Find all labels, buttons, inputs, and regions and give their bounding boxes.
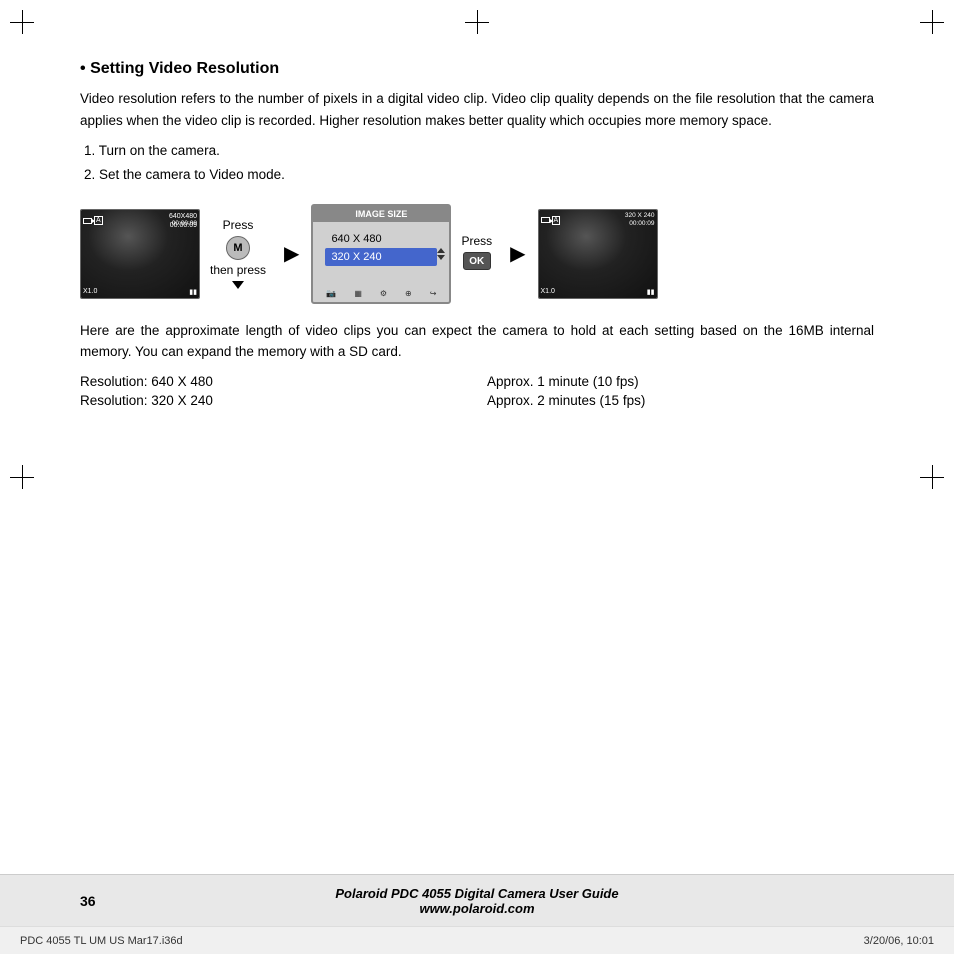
hud-bottom-2: X1.0 ▮▮	[541, 288, 655, 296]
camera-hud-1: A 640X48000:00:09 00:00:09 X1.0 ▮▮	[81, 210, 199, 298]
hud-top-2: A 320 X 240 00:00:09	[541, 212, 655, 229]
footer-page-number: 36	[80, 893, 239, 909]
cam1-battery: ▮▮	[189, 288, 197, 296]
btn-ok[interactable]: OK	[463, 252, 491, 270]
sd-icon-2: A	[552, 216, 561, 225]
menu-items: 640 X 480 320 X 240	[313, 222, 449, 274]
then-press-label: then press	[210, 263, 266, 277]
menu-item-320[interactable]: 320 X 240	[325, 248, 437, 266]
crosshair-top-left	[10, 10, 34, 34]
res1-label: Resolution: 640 X 480	[80, 373, 467, 390]
cam2-battery: ▮▮	[647, 288, 655, 296]
footer-bar: 36 Polaroid PDC 4055 Digital Camera User…	[0, 874, 954, 926]
bullet-icon: •	[80, 60, 86, 77]
description-text: Here are the approximate length of video…	[80, 320, 874, 363]
step-1: 1. Turn on the camera.	[84, 139, 874, 163]
cam2-zoom: X1.0	[541, 288, 555, 296]
camera-screen-1: A 640X48000:00:09 00:00:09 X1.0 ▮▮	[80, 209, 200, 299]
crosshair-mid-left	[10, 465, 34, 489]
meta-left: PDC 4055 TL UM US Mar17.i36d	[20, 935, 864, 947]
res2-value: Approx. 2 minutes (15 fps)	[487, 392, 874, 409]
menu-icon-camera: 📷	[326, 289, 336, 298]
press-label-2: Press	[461, 234, 492, 248]
press-label-1: Press	[223, 218, 254, 232]
crosshair-mid-right	[920, 465, 944, 489]
title-text: Setting Video Resolution	[90, 60, 279, 77]
crosshair-center-top	[465, 10, 489, 34]
press-ok-area: Press OK	[455, 234, 498, 273]
arrow-down-menu-icon	[437, 255, 445, 260]
video-icon-1	[83, 218, 92, 224]
menu-arrows	[437, 248, 445, 260]
meta-bar: PDC 4055 TL UM US Mar17.i36d 3/20/06, 10…	[0, 926, 954, 954]
menu-icon-settings: ⚙	[380, 289, 387, 298]
menu-header: IMAGE SIZE	[313, 206, 449, 222]
main-content: • Setting Video Resolution Video resolut…	[80, 60, 874, 874]
btn-m[interactable]: M	[226, 236, 250, 260]
camera-hud-2: A 320 X 240 00:00:09 X1.0 ▮▮	[539, 210, 657, 298]
press-m-area: Press M then press	[204, 218, 272, 289]
footer-doc-url: www.polaroid.com	[239, 901, 715, 916]
body-paragraph: Video resolution refers to the number of…	[80, 88, 874, 131]
hud-icons-2: A	[541, 216, 561, 225]
res2-label: Resolution: 320 X 240	[80, 392, 467, 409]
hud-bottom-1: X1.0 ▮▮	[83, 288, 197, 296]
menu-item-640[interactable]: 640 X 480	[325, 230, 437, 248]
resolution-table: Resolution: 640 X 480 Approx. 1 minute (…	[80, 373, 874, 409]
res1-value: Approx. 1 minute (10 fps)	[487, 373, 874, 390]
cam1-zoom: X1.0	[83, 288, 97, 296]
menu-icon-exit: ↪	[430, 289, 437, 298]
sd-icon-1: A	[94, 216, 103, 225]
video-icon-2	[541, 217, 550, 223]
menu-icon-nav: ⊕	[405, 289, 412, 298]
cam1-time: 00:00:09	[172, 220, 197, 227]
menu-screen: IMAGE SIZE 640 X 480 320 X 240 📷 ▦ ⚙ ⊕ ↪	[311, 204, 451, 304]
step-2: 2. Set the camera to Video mode.	[84, 163, 874, 187]
steps-list: 1. Turn on the camera. 2. Set the camera…	[80, 139, 874, 188]
section-title: • Setting Video Resolution	[80, 60, 874, 78]
footer-center: Polaroid PDC 4055 Digital Camera User Gu…	[239, 886, 715, 916]
cam2-time-text: 00:00:09	[625, 220, 655, 228]
arrow-down-icon	[232, 281, 244, 289]
menu-bottom-icons: 📷 ▦ ⚙ ⊕ ↪	[317, 289, 445, 298]
cam2-res-text: 320 X 240	[625, 212, 655, 220]
meta-right: 3/20/06, 10:01	[864, 935, 934, 947]
arrow-to-result	[502, 241, 533, 266]
camera-screen-2: A 320 X 240 00:00:09 X1.0 ▮▮	[538, 209, 658, 299]
menu-icon-grid: ▦	[354, 289, 362, 298]
hud-icons-1: A	[83, 216, 103, 225]
cam2-resolution-top: 320 X 240 00:00:09	[625, 212, 655, 229]
footer-doc-title: Polaroid PDC 4055 Digital Camera User Gu…	[239, 886, 715, 901]
arrow-up-icon	[437, 248, 445, 253]
crosshair-top-right	[920, 10, 944, 34]
diagram-row: A 640X48000:00:09 00:00:09 X1.0 ▮▮ Press…	[80, 204, 874, 304]
arrow-to-menu	[276, 241, 307, 266]
